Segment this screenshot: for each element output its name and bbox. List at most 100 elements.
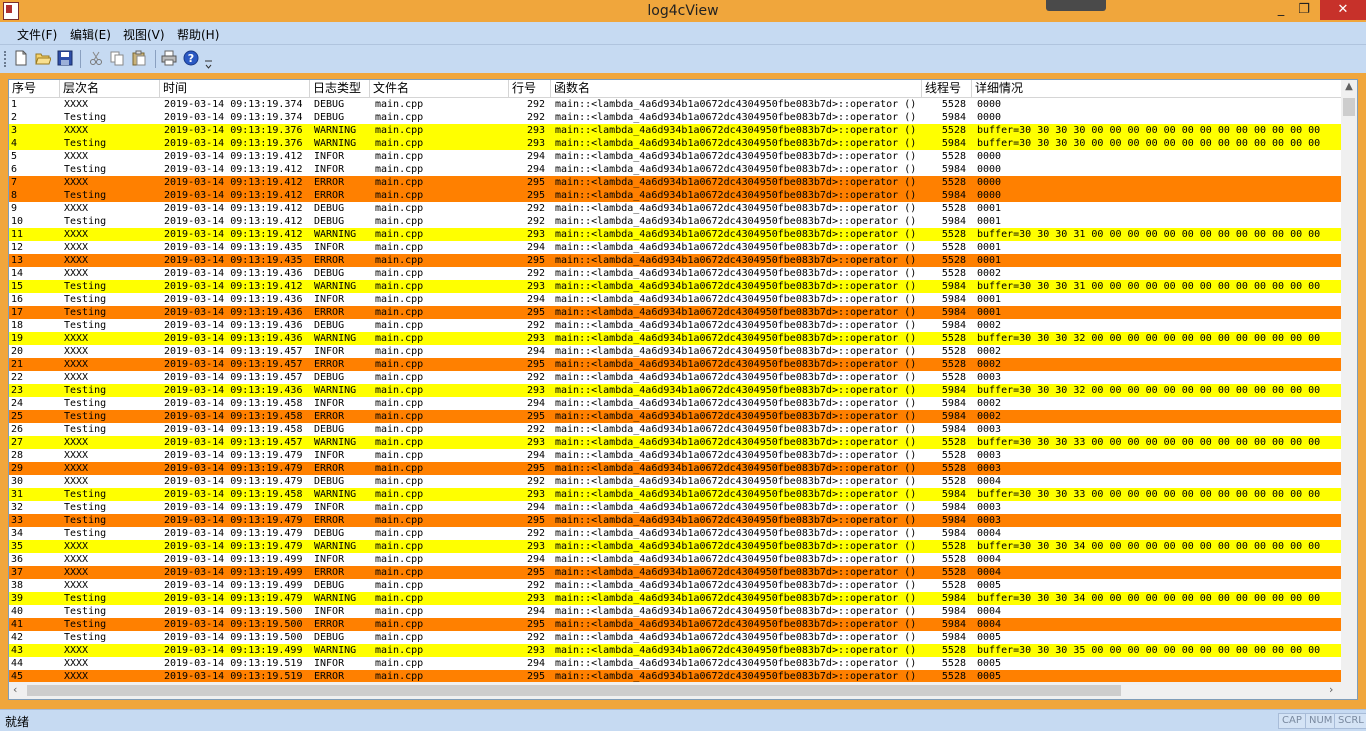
table-row[interactable]: 43 XXXX 2019-03-14 09:13:19.499 WARNING main… — [9, 644, 1341, 657]
table-row[interactable]: 40 Testing 2019-03-14 09:13:19.500 INFOR mai… — [9, 605, 1341, 618]
table-row[interactable]: 8 Testing 2019-03-14 09:13:19.412 ERROR main… — [9, 189, 1341, 202]
new-file-icon[interactable] — [13, 50, 29, 66]
toolbar: ? — [0, 45, 1366, 73]
table-row[interactable]: 39 Testing 2019-03-14 09:13:19.479 WARNING m… — [9, 592, 1341, 605]
cell-level: INFOR — [314, 346, 345, 357]
column-logger[interactable]: 层次名 — [60, 80, 160, 97]
menu-file[interactable]: 文件(F) — [17, 26, 57, 43]
open-folder-icon[interactable] — [35, 50, 51, 66]
table-row[interactable]: 13 XXXX 2019-03-14 09:13:19.435 ERROR main.c… — [9, 254, 1341, 267]
table-row[interactable]: 4 Testing 2019-03-14 09:13:19.376 WARNING ma… — [9, 137, 1341, 150]
horizontal-scrollbar[interactable]: ‹ › — [9, 682, 1341, 699]
table-row[interactable]: 11 XXXX 2019-03-14 09:13:19.412 WARNING main… — [9, 228, 1341, 241]
table-row[interactable]: 26 Testing 2019-03-14 09:13:19.458 DEBUG mai… — [9, 423, 1341, 436]
table-row[interactable]: 17 Testing 2019-03-14 09:13:19.436 ERROR mai… — [9, 306, 1341, 319]
table-row[interactable]: 3 XXXX 2019-03-14 09:13:19.376 WARNING main.… — [9, 124, 1341, 137]
table-row[interactable]: 22 XXXX 2019-03-14 09:13:19.457 DEBUG main.c… — [9, 371, 1341, 384]
table-row[interactable]: 6 Testing 2019-03-14 09:13:19.412 INFOR main… — [9, 163, 1341, 176]
cell-thread: 5528 — [941, 450, 966, 461]
cell-file: main.cpp — [375, 294, 424, 305]
vertical-scroll-thumb[interactable] — [1343, 98, 1355, 116]
column-function[interactable]: 函数名 — [551, 80, 922, 97]
table-row[interactable]: 23 Testing 2019-03-14 09:13:19.436 WARNING m… — [9, 384, 1341, 397]
table-row[interactable]: 34 Testing 2019-03-14 09:13:19.479 DEBUG mai… — [9, 527, 1341, 540]
table-row[interactable]: 30 XXXX 2019-03-14 09:13:19.479 DEBUG main.c… — [9, 475, 1341, 488]
cell-line: 294 — [526, 242, 545, 253]
table-row[interactable]: 1 XXXX 2019-03-14 09:13:19.374 DEBUG main.cp… — [9, 98, 1341, 111]
table-row[interactable]: 28 XXXX 2019-03-14 09:13:19.479 INFOR main.c… — [9, 449, 1341, 462]
table-row[interactable]: 41 Testing 2019-03-14 09:13:19.500 ERROR mai… — [9, 618, 1341, 631]
table-row[interactable]: 21 XXXX 2019-03-14 09:13:19.457 ERROR main.c… — [9, 358, 1341, 371]
paste-icon[interactable] — [131, 50, 147, 66]
toolbar-overflow-icon[interactable] — [204, 59, 213, 69]
table-row[interactable]: 36 XXXX 2019-03-14 09:13:19.499 INFOR main.c… — [9, 553, 1341, 566]
horizontal-scroll-thumb[interactable] — [27, 685, 1121, 696]
close-button[interactable]: ✕ — [1320, 0, 1366, 20]
table-row[interactable]: 10 Testing 2019-03-14 09:13:19.412 DEBUG mai… — [9, 215, 1341, 228]
copy-icon[interactable] — [109, 50, 125, 66]
log-list[interactable]: 序号 层次名 时间 日志类型 文件名 行号 函数名 线程号 详细情况 1 XXXX… — [8, 79, 1358, 700]
cell-time: 2019-03-14 09:13:19.457 — [164, 372, 303, 383]
cell-function: main::<lambda_4a6d934b1a0672dc4304950fbe… — [555, 281, 917, 292]
cut-icon[interactable] — [88, 50, 104, 66]
table-row[interactable]: 24 Testing 2019-03-14 09:13:19.458 INFOR mai… — [9, 397, 1341, 410]
menu-view[interactable]: 视图(V) — [123, 26, 165, 43]
cell-time: 2019-03-14 09:13:19.499 — [164, 580, 303, 591]
cell-logger: Testing — [64, 528, 107, 539]
table-row[interactable]: 25 Testing 2019-03-14 09:13:19.458 ERROR mai… — [9, 410, 1341, 423]
table-row[interactable]: 5 XXXX 2019-03-14 09:13:19.412 INFOR main.cp… — [9, 150, 1341, 163]
table-row[interactable]: 16 Testing 2019-03-14 09:13:19.436 INFOR mai… — [9, 293, 1341, 306]
menu-edit[interactable]: 编辑(E) — [70, 26, 111, 43]
cell-level: DEBUG — [314, 372, 345, 383]
table-row[interactable]: 45 XXXX 2019-03-14 09:13:19.519 ERROR main.c… — [9, 670, 1341, 682]
column-time[interactable]: 时间 — [160, 80, 310, 97]
column-detail[interactable]: 详细情况 — [972, 80, 1357, 97]
scroll-up-icon[interactable]: ▲ — [1341, 81, 1357, 92]
cell-file: main.cpp — [375, 515, 424, 526]
table-row[interactable]: 37 XXXX 2019-03-14 09:13:19.499 ERROR main.c… — [9, 566, 1341, 579]
cell-file: main.cpp — [375, 164, 424, 175]
vertical-scrollbar[interactable]: ▲ — [1341, 80, 1357, 682]
table-row[interactable]: 18 Testing 2019-03-14 09:13:19.436 DEBUG mai… — [9, 319, 1341, 332]
column-thread[interactable]: 线程号 — [922, 80, 972, 97]
help-icon[interactable]: ? — [183, 50, 199, 66]
table-row[interactable]: 44 XXXX 2019-03-14 09:13:19.519 INFOR main.c… — [9, 657, 1341, 670]
table-row[interactable]: 42 Testing 2019-03-14 09:13:19.500 DEBUG mai… — [9, 631, 1341, 644]
table-row[interactable]: 12 XXXX 2019-03-14 09:13:19.435 INFOR main.c… — [9, 241, 1341, 254]
scroll-left-icon[interactable]: ‹ — [13, 683, 17, 696]
scroll-right-icon[interactable]: › — [1329, 683, 1333, 696]
table-row[interactable]: 38 XXXX 2019-03-14 09:13:19.499 DEBUG main.c… — [9, 579, 1341, 592]
cell-level: DEBUG — [314, 99, 345, 110]
print-icon[interactable] — [161, 50, 177, 66]
cell-detail: 0001 — [977, 242, 1002, 253]
cell-time: 2019-03-14 09:13:19.412 — [164, 216, 303, 227]
table-row[interactable]: 27 XXXX 2019-03-14 09:13:19.457 WARNING main… — [9, 436, 1341, 449]
column-seq[interactable]: 序号 — [9, 80, 60, 97]
cell-seq: 22 — [11, 372, 24, 383]
cell-level: INFOR — [314, 502, 345, 513]
table-row[interactable]: 19 XXXX 2019-03-14 09:13:19.436 WARNING main… — [9, 332, 1341, 345]
toolbar-grip[interactable] — [4, 51, 8, 67]
cell-detail: 0005 — [977, 632, 1002, 643]
table-row[interactable]: 35 XXXX 2019-03-14 09:13:19.479 WARNING main… — [9, 540, 1341, 553]
column-line[interactable]: 行号 — [509, 80, 551, 97]
table-row[interactable]: 2 Testing 2019-03-14 09:13:19.374 DEBUG main… — [9, 111, 1341, 124]
cell-line: 293 — [526, 125, 545, 136]
table-row[interactable]: 14 XXXX 2019-03-14 09:13:19.436 DEBUG main.c… — [9, 267, 1341, 280]
column-level[interactable]: 日志类型 — [310, 80, 370, 97]
maximize-button[interactable]: ❐ — [1291, 0, 1317, 20]
table-row[interactable]: 31 Testing 2019-03-14 09:13:19.458 WARNING m… — [9, 488, 1341, 501]
save-icon[interactable] — [57, 50, 73, 66]
table-row[interactable]: 33 Testing 2019-03-14 09:13:19.479 ERROR mai… — [9, 514, 1341, 527]
table-row[interactable]: 32 Testing 2019-03-14 09:13:19.479 INFOR mai… — [9, 501, 1341, 514]
cell-line: 294 — [526, 450, 545, 461]
table-row[interactable]: 29 XXXX 2019-03-14 09:13:19.479 ERROR main.c… — [9, 462, 1341, 475]
menu-help[interactable]: 帮助(H) — [177, 26, 219, 43]
table-row[interactable]: 20 XXXX 2019-03-14 09:13:19.457 INFOR main.c… — [9, 345, 1341, 358]
cell-line: 293 — [526, 281, 545, 292]
table-row[interactable]: 7 XXXX 2019-03-14 09:13:19.412 ERROR main.cp… — [9, 176, 1341, 189]
table-row[interactable]: 15 Testing 2019-03-14 09:13:19.412 WARNING m… — [9, 280, 1341, 293]
cell-logger: Testing — [64, 502, 107, 513]
table-row[interactable]: 9 XXXX 2019-03-14 09:13:19.412 DEBUG main.cp… — [9, 202, 1341, 215]
column-file[interactable]: 文件名 — [370, 80, 509, 97]
